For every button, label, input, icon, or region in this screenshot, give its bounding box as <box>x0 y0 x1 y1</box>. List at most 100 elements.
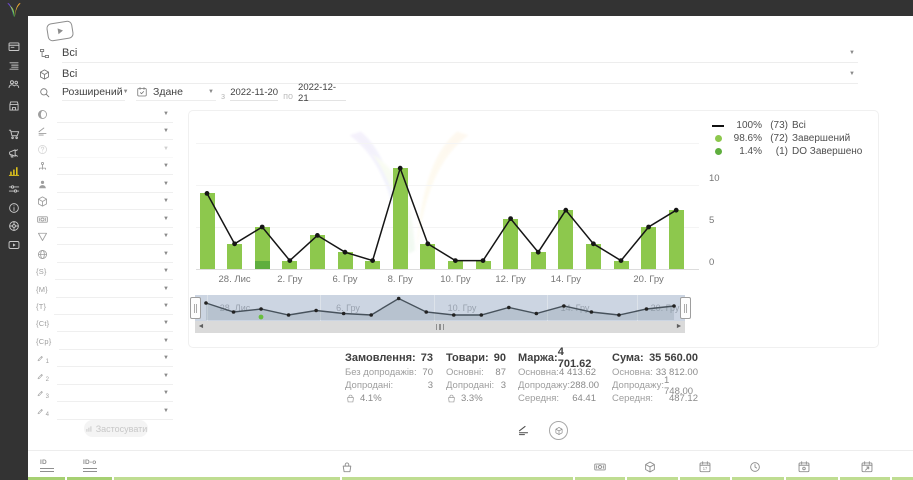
filter-row-website: ▼ <box>36 246 173 263</box>
utm-medium-select[interactable]: ▼ <box>56 281 173 298</box>
chevron-down-icon: ▼ <box>163 355 169 361</box>
sidebar-item-customers[interactable] <box>7 77 21 91</box>
chart-range-navigator[interactable]: 28. Лис6. Гру10. Гру14. Гру20. Гру <box>195 295 685 321</box>
filter-icon <box>36 230 49 243</box>
sidebar <box>0 16 28 480</box>
dot-swatch <box>715 148 722 155</box>
order-id-icon[interactable]: ID <box>40 460 54 472</box>
sidebar-item-video-tutorials[interactable] <box>7 238 21 252</box>
custom-field-1-icon: 1 <box>36 352 49 365</box>
time-icon[interactable] <box>748 460 762 474</box>
chart-mini-icon <box>85 425 93 433</box>
stat-row: Допродажу:288.00 <box>518 379 596 392</box>
chevron-down-icon: ▼ <box>163 338 169 344</box>
funnel-step-select[interactable]: ▼ <box>57 158 173 175</box>
help-select[interactable]: ▼ <box>57 141 173 158</box>
range-handle-left[interactable] <box>190 297 201 319</box>
utm-campaign-icon: {Cp} <box>36 337 51 346</box>
date-created-icon[interactable]: 17 <box>698 460 712 474</box>
sidebar-item-dashboard[interactable] <box>7 40 21 54</box>
cube-icon <box>554 426 564 436</box>
utm-source-select[interactable]: ▼ <box>55 263 173 280</box>
chevron-down-icon: ▼ <box>163 408 169 414</box>
scrollbar-thumb[interactable] <box>207 324 673 330</box>
sidebar-item-analytics[interactable] <box>7 164 21 178</box>
custom-field-2-select[interactable]: ▼ <box>57 368 173 385</box>
stage-select[interactable]: ▼ <box>57 123 173 140</box>
sidebar-item-orders[interactable] <box>7 59 21 73</box>
status-select[interactable]: ▼ <box>57 106 173 123</box>
filter-row-manager: ▼ <box>36 176 173 193</box>
sidebar-item-integrations[interactable] <box>7 219 21 233</box>
payment-select[interactable]: ▼ <box>57 211 173 228</box>
date-to-input[interactable]: 2022-12-21 <box>298 85 346 101</box>
date-type-select[interactable]: Здане ▼ <box>136 84 216 101</box>
filter-row-custom-field-4: 4▼ <box>36 403 173 420</box>
x-axis-tick: 20. Гру <box>633 274 663 285</box>
line-series-all <box>195 111 711 291</box>
date-export-icon[interactable] <box>860 460 874 474</box>
utm-content-icon: {Ct} <box>36 319 49 328</box>
topbar <box>0 0 913 16</box>
chevron-down-icon: ▼ <box>208 89 214 95</box>
play-icon <box>58 28 64 35</box>
stat-column: Маржа:4 701.62Основна:4 413.62Допродажу:… <box>518 350 596 405</box>
manager-select[interactable]: ▼ <box>57 176 173 193</box>
sidebar-item-cart[interactable] <box>7 127 21 141</box>
filter-row-utm-campaign: {Cp} ▼ <box>36 333 173 350</box>
chevron-down-icon: ▼ <box>849 50 855 56</box>
product-select[interactable]: Всі ▼ <box>62 65 858 84</box>
payment-icon[interactable] <box>593 460 607 474</box>
search-filter-row: Розширений ▼ Здане ▼ з 2022-11-20 по 202… <box>38 84 858 101</box>
chevron-down-icon: ▼ <box>163 268 169 274</box>
chevron-down-icon: ▼ <box>163 181 169 187</box>
stat-row: Основна:4 413.62 <box>518 366 596 379</box>
svg-text:17: 17 <box>703 466 708 471</box>
scroll-right-arrow[interactable]: ► <box>673 321 685 333</box>
app-logo-icon[interactable] <box>3 1 25 21</box>
sidebar-item-store[interactable] <box>7 99 21 113</box>
sidebar-item-marketing[interactable] <box>7 146 21 160</box>
utm-content-select[interactable]: ▼ <box>57 315 173 332</box>
utm-campaign-select[interactable]: ▼ <box>59 333 173 350</box>
product-icon[interactable] <box>643 460 657 474</box>
custom-field-4-select[interactable]: ▼ <box>57 403 173 420</box>
chevron-down-icon: ▼ <box>163 146 169 152</box>
utm-term-select[interactable]: ▼ <box>54 298 173 315</box>
stat-row: Середня:64.41 <box>518 392 596 405</box>
product-icon <box>36 195 49 208</box>
custom-field-3-select[interactable]: ▼ <box>57 385 173 402</box>
products-view-toggle[interactable] <box>549 421 568 440</box>
external-id-icon[interactable]: ID-o <box>83 460 97 472</box>
status-icon <box>36 108 49 121</box>
sidebar-item-automation[interactable] <box>7 182 21 196</box>
filter-select[interactable]: ▼ <box>57 228 173 245</box>
range-handle-right[interactable] <box>680 297 691 319</box>
stage-icon <box>36 125 49 138</box>
filter-row-filter: ▼ <box>36 228 173 245</box>
basket-icon[interactable] <box>340 460 354 474</box>
orders-view-toggle[interactable] <box>516 423 531 438</box>
apply-button[interactable]: Застосувати <box>84 420 148 437</box>
scroll-left-arrow[interactable]: ◄ <box>195 321 207 333</box>
x-axis-tick: 14. Гру <box>551 274 581 285</box>
sidebar-item-info[interactable] <box>7 201 21 215</box>
legend-item[interactable]: 98.6%(72)Завершений <box>711 132 862 145</box>
search-mode-select[interactable]: Розширений ▼ <box>62 84 125 101</box>
funnel-select[interactable]: Всі ▼ <box>62 44 858 63</box>
chart-plot-area[interactable]: 28. Лис2. Гру6. Гру8. Гру10. Гру12. Гру1… <box>195 111 711 291</box>
website-select[interactable]: ▼ <box>57 246 173 263</box>
video-tutorial-button[interactable] <box>46 20 74 42</box>
website-icon <box>36 248 49 261</box>
date-status-icon[interactable] <box>797 460 811 474</box>
date-from-input[interactable]: 2022-11-20 <box>230 85 278 101</box>
stat-row: Основні:87 <box>446 366 506 379</box>
custom-field-1-select[interactable]: ▼ <box>57 350 173 367</box>
upsell-bag-icon <box>446 393 457 404</box>
search-mode-value: Розширений <box>62 86 123 98</box>
filter-row-stage: ▼ <box>36 123 173 140</box>
product-select[interactable]: ▼ <box>57 193 173 210</box>
legend-item[interactable]: 1.4%(1)DO Завершено <box>711 145 862 158</box>
y-axis-tick: 10 <box>709 174 727 184</box>
legend-item[interactable]: 100%(73)Всі <box>711 119 862 132</box>
